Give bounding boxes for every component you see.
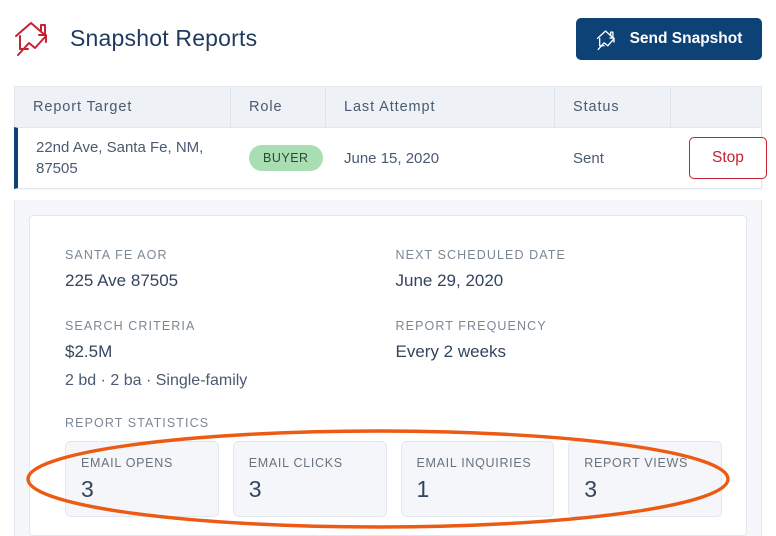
column-header-report-target[interactable]: Report Target — [15, 87, 231, 127]
stat-value: 1 — [416, 476, 430, 502]
page-title: Snapshot Reports — [70, 24, 258, 51]
report-statistics-label: REPORT STATISTICS — [65, 416, 210, 430]
send-snapshot-label: Send Snapshot — [629, 30, 743, 47]
field-search-criteria: SEARCH CRITERIA $2.5M 2 bd · 2 ba · Sing… — [65, 319, 396, 393]
report-statistics-section: REPORT STATISTICS EMAIL OPENS 3 EMAIL CL… — [65, 416, 722, 517]
stat-card-email-opens: EMAIL OPENS 3 — [65, 441, 219, 517]
field-label: REPORT FREQUENCY — [395, 319, 547, 333]
field-report-frequency: REPORT FREQUENCY Every 2 weeks — [396, 319, 727, 364]
stop-button[interactable]: Stop — [689, 137, 767, 179]
field-label: NEXT SCHEDULED DATE — [395, 248, 566, 262]
field-label: SANTA FE AOR — [65, 248, 168, 262]
stat-value: 3 — [248, 476, 262, 502]
page-header: Snapshot Reports Send Snapshot — [0, 0, 776, 81]
status-badge-role: BUYER — [249, 145, 323, 171]
house-trending-arrow-icon — [596, 28, 621, 51]
report-detail-card: SANTA FE AOR 225 Ave 87505 SEARCH CRITER… — [29, 215, 747, 536]
snapshot-reports-page: Snapshot Reports Send Snapshot Report Ta… — [0, 0, 776, 536]
field-next-scheduled-date: NEXT SCHEDULED DATE June 29, 2020 — [396, 248, 727, 293]
stat-card-report-views: REPORT VIEWS 3 — [568, 441, 722, 517]
field-value-secondary: 2 bd · 2 ba · Single-family — [65, 372, 248, 389]
cell-actions: Stop — [671, 128, 767, 188]
stat-card-email-inquiries: EMAIL INQUIRIES 1 — [400, 441, 555, 517]
field-value: $2.5M — [65, 342, 113, 361]
stat-label: EMAIL OPENS — [81, 456, 173, 470]
stat-label: EMAIL INQUIRIES — [416, 456, 532, 470]
column-header-actions — [671, 87, 761, 127]
table-row[interactable]: 22nd Ave, Santa Fe, NM, 87505 BUYER June… — [14, 127, 767, 189]
column-header-status[interactable]: Status — [555, 87, 671, 127]
column-header-role[interactable]: Role — [231, 87, 326, 127]
stat-value: 3 — [584, 476, 598, 502]
reports-table: Report Target Role Last Attempt Status 2… — [14, 86, 767, 189]
cell-status: Sent — [573, 149, 604, 167]
table-header-row: Report Target Role Last Attempt Status — [14, 86, 762, 127]
send-snapshot-button[interactable]: Send Snapshot — [576, 18, 762, 60]
field-value: 225 Ave 87505 — [65, 271, 179, 290]
field-label: SEARCH CRITERIA — [65, 319, 196, 333]
column-header-last-attempt[interactable]: Last Attempt — [326, 87, 555, 127]
stat-card-email-clicks: EMAIL CLICKS 3 — [232, 441, 387, 517]
cell-role: BUYER — [231, 128, 326, 188]
detail-column-left: SANTA FE AOR 225 Ave 87505 SEARCH CRITER… — [65, 248, 396, 419]
stat-label: REPORT VIEWS — [584, 456, 689, 470]
detail-column-right: NEXT SCHEDULED DATE June 29, 2020 REPORT… — [396, 248, 727, 419]
field-value: June 29, 2020 — [395, 271, 504, 290]
report-detail-panel: SANTA FE AOR 225 Ave 87505 SEARCH CRITER… — [14, 200, 762, 536]
stat-label: EMAIL CLICKS — [248, 456, 343, 470]
field-santa-fe-aor: SANTA FE AOR 225 Ave 87505 — [65, 248, 396, 293]
cell-last-attempt: June 15, 2020 — [344, 149, 440, 167]
field-value: Every 2 weeks — [395, 342, 507, 361]
stat-value: 3 — [81, 476, 94, 502]
cell-report-target: 22nd Ave, Santa Fe, NM, 87505 — [36, 139, 204, 177]
detail-fields-grid: SANTA FE AOR 225 Ave 87505 SEARCH CRITER… — [65, 248, 726, 419]
house-trending-arrow-icon — [14, 18, 58, 58]
report-statistics-cards: EMAIL OPENS 3 EMAIL CLICKS 3 EMAIL INQUI… — [65, 441, 722, 517]
header-brand: Snapshot Reports — [14, 18, 257, 58]
